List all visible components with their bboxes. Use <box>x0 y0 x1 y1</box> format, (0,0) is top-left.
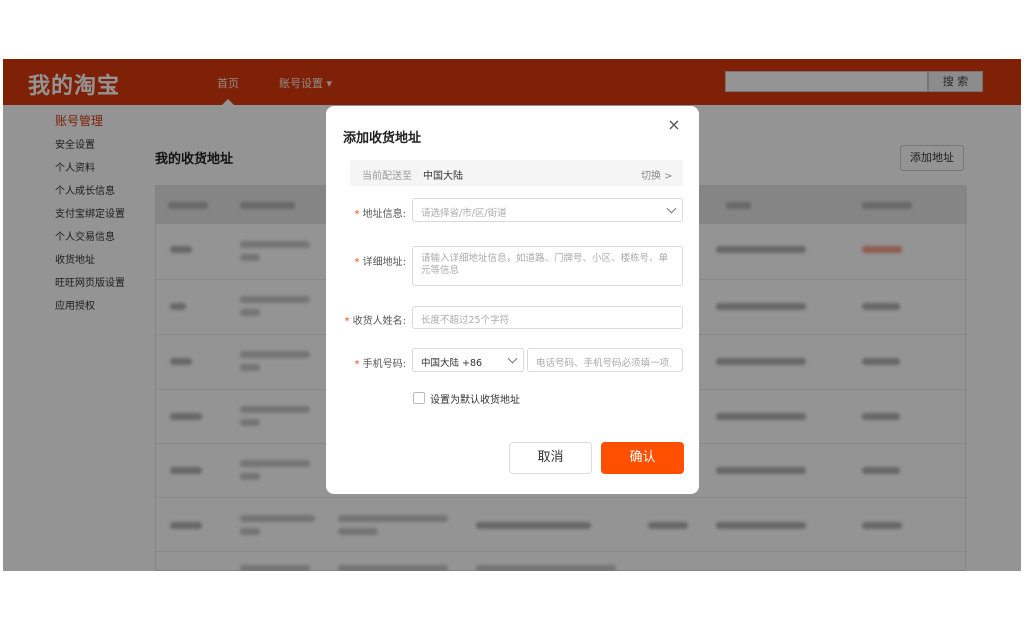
region-select-placeholder: 请选择省/市/区/街道 <box>421 208 507 219</box>
phone-number-placeholder: 电话号码、手机号码必须填一项 <box>536 358 670 369</box>
close-icon[interactable]: × <box>665 116 683 134</box>
switch-region-link[interactable]: 切换 > <box>641 167 673 182</box>
cancel-button[interactable]: 取消 <box>509 442 592 474</box>
phone-region-value: 中国大陆 +86 <box>421 358 483 369</box>
default-address-checkbox[interactable] <box>413 392 425 404</box>
phone-label: * 手机号码: <box>354 359 406 370</box>
receiver-name-label: * 收货人姓名: <box>344 316 406 327</box>
phone-number-input[interactable]: 电话号码、手机号码必须填一项 <box>527 348 683 372</box>
region-select[interactable]: 请选择省/市/区/街道 <box>412 198 683 222</box>
phone-region-select[interactable]: 中国大陆 +86 <box>412 348 524 372</box>
detail-address-label: * 详细地址: <box>354 257 406 268</box>
detail-address-placeholder: 请输入详细地址信息，如道路、门牌号、小区、楼栋号、单元等信息 <box>421 253 669 276</box>
default-address-label[interactable]: 设置为默认收货地址 <box>430 391 520 406</box>
address-info-label: * 地址信息: <box>354 209 406 220</box>
chevron-down-icon <box>666 203 677 214</box>
delivery-label: 当前配送至 <box>362 171 412 182</box>
chevron-down-icon <box>507 353 518 364</box>
delivery-region-bar: 当前配送至 中国大陆 切换 > <box>350 160 683 186</box>
confirm-button[interactable]: 确认 <box>601 442 684 474</box>
dialog-title: 添加收货地址 <box>343 131 422 146</box>
delivery-region: 中国大陆 <box>423 171 463 182</box>
browser-viewport: 我的淘宝 首页 账号设置 ▾ 搜 索 账号管理 安全设置 个人资料 个人成长信息… <box>3 59 1021 571</box>
receiver-name-placeholder: 长度不超过25个字符 <box>421 315 510 326</box>
add-address-dialog: 添加收货地址 × 当前配送至 中国大陆 切换 > * 地址信息: 请选择省/市/… <box>326 106 699 494</box>
receiver-name-input[interactable]: 长度不超过25个字符 <box>412 306 683 329</box>
detail-address-textarea[interactable]: 请输入详细地址信息，如道路、门牌号、小区、楼栋号、单元等信息 <box>412 246 683 286</box>
